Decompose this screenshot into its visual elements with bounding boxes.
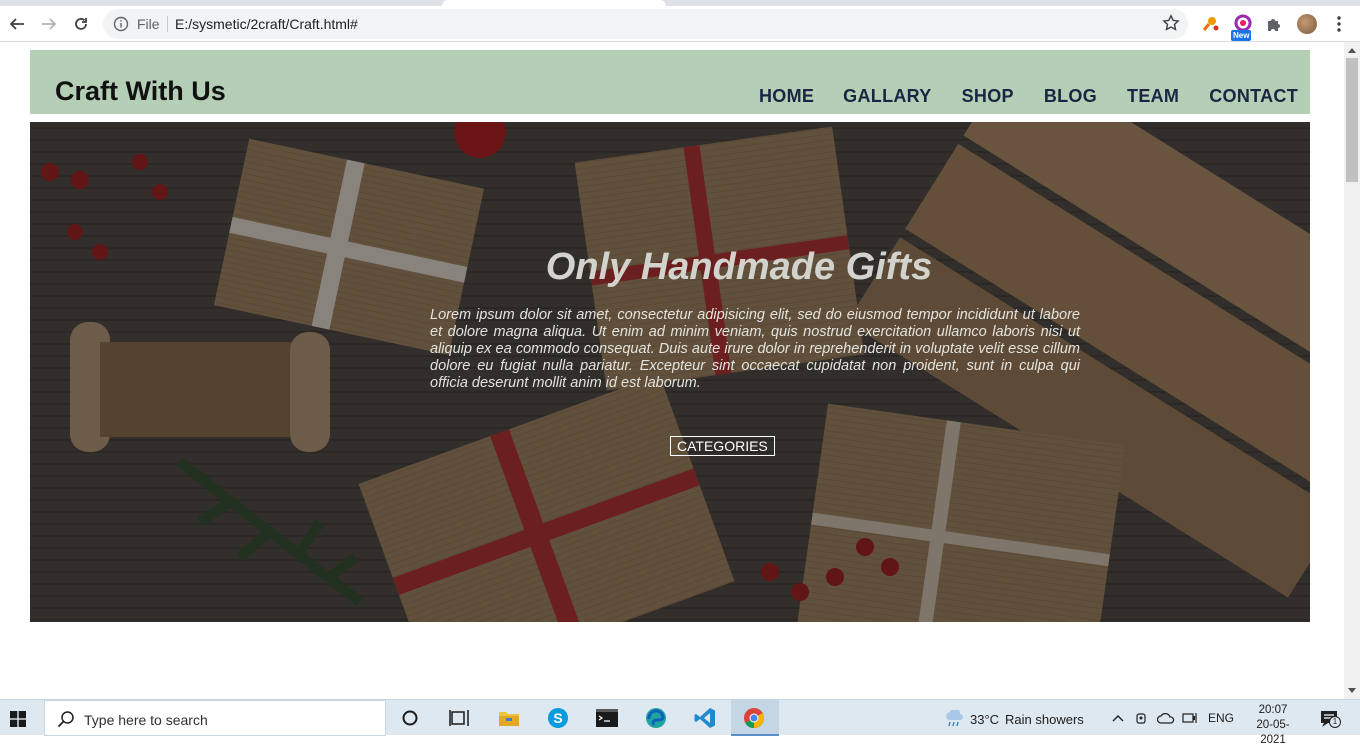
omnibox-separator xyxy=(167,16,168,32)
nav-team[interactable]: TEAM xyxy=(1127,86,1179,107)
weather-condition: Rain showers xyxy=(1005,711,1084,727)
weather-temperature: 33°C xyxy=(970,711,1000,727)
reload-button[interactable] xyxy=(70,13,92,35)
taskbar-search-box[interactable]: Type here to search xyxy=(44,700,386,736)
extensions-button[interactable] xyxy=(1263,13,1285,35)
browser-menu-button[interactable] xyxy=(1328,13,1350,35)
clock-date: 20-05-2021 xyxy=(1256,719,1290,746)
profile-avatar[interactable] xyxy=(1297,14,1317,34)
language-indicator[interactable]: ENG xyxy=(1208,711,1234,725)
site-header: Craft With Us HOME GALLARY SHOP BLOG TEA… xyxy=(30,50,1310,114)
terminal-button[interactable] xyxy=(595,706,619,730)
site-logo[interactable]: Craft With Us xyxy=(55,76,226,107)
skype-icon: S xyxy=(548,708,568,728)
key-extension-icon xyxy=(1202,17,1219,31)
file-scheme-label: File xyxy=(137,16,160,32)
categories-button[interactable]: CATEGORIES xyxy=(670,436,775,456)
file-explorer-button[interactable] xyxy=(497,706,521,730)
address-bar[interactable]: File E:/sysmetic/2craft/Craft.html# xyxy=(103,9,1188,39)
rain-cloud-icon xyxy=(946,710,963,727)
new-badge: New xyxy=(1231,30,1252,41)
nav-shop[interactable]: SHOP xyxy=(962,86,1014,107)
reload-icon xyxy=(75,18,87,30)
cortana-button[interactable] xyxy=(398,706,422,730)
vscode-icon xyxy=(694,708,715,728)
chrome-icon xyxy=(744,708,765,729)
hero-title: Only Handmade Gifts xyxy=(545,246,933,288)
main-nav: HOME GALLARY SHOP BLOG TEAM CONTACT xyxy=(759,86,1298,107)
task-view-button[interactable] xyxy=(447,706,471,730)
task-view-icon xyxy=(449,710,469,726)
clock-time: 20:07 xyxy=(1258,704,1288,716)
back-button[interactable] xyxy=(6,13,28,35)
windows-taskbar: Type here to search S 33°C Rain showers … xyxy=(0,699,1360,746)
chevron-up-icon[interactable] xyxy=(1111,711,1125,725)
nav-contact[interactable]: CONTACT xyxy=(1209,86,1298,107)
folder-icon xyxy=(499,712,519,726)
vscode-button[interactable] xyxy=(693,706,717,730)
back-arrow-icon xyxy=(9,18,24,30)
puzzle-piece-icon xyxy=(1268,19,1280,31)
web-page: Craft With Us HOME GALLARY SHOP BLOG TEA… xyxy=(0,42,1344,699)
page-scrollbar[interactable] xyxy=(1344,42,1360,699)
bookmark-star-icon[interactable] xyxy=(1162,14,1180,32)
edge-icon xyxy=(646,708,666,728)
nav-home[interactable]: HOME xyxy=(759,86,814,107)
nav-blog[interactable]: BLOG xyxy=(1044,86,1097,107)
hero-description: Lorem ipsum dolor sit amet, consectetur … xyxy=(430,307,1080,391)
hero-section: Only Handmade Gifts Lorem ipsum dolor si… xyxy=(30,122,1310,622)
onedrive-cloud-icon[interactable] xyxy=(1157,711,1175,725)
scroll-up-arrow-icon[interactable] xyxy=(1348,48,1356,53)
skype-button[interactable]: S xyxy=(546,706,570,730)
forward-arrow-icon xyxy=(42,18,57,30)
scroll-down-arrow-icon[interactable] xyxy=(1348,688,1356,693)
browser-toolbar: File E:/sysmetic/2craft/Craft.html# New xyxy=(0,6,1360,42)
cortana-circle-icon xyxy=(402,710,418,726)
scrollbar-thumb[interactable] xyxy=(1346,58,1358,182)
action-center-button[interactable]: 1 xyxy=(1320,710,1341,733)
windows-start-icon[interactable] xyxy=(10,711,26,727)
info-icon[interactable] xyxy=(113,16,129,32)
chrome-taskbar-button[interactable] xyxy=(731,700,779,736)
battery-network-icon[interactable] xyxy=(1182,711,1200,725)
search-placeholder: Type here to search xyxy=(84,712,208,728)
svg-text:S: S xyxy=(553,710,562,726)
weather-widget[interactable]: 33°C Rain showers xyxy=(944,710,1084,728)
forward-button[interactable] xyxy=(38,13,60,35)
nav-gallary[interactable]: GALLARY xyxy=(843,86,931,107)
edge-button[interactable] xyxy=(644,706,668,730)
meet-now-icon[interactable] xyxy=(1135,711,1149,725)
url-text[interactable]: E:/sysmetic/2craft/Craft.html# xyxy=(175,16,358,32)
search-icon xyxy=(57,711,74,728)
system-clock[interactable]: 20:07 20-05-2021 xyxy=(1244,703,1302,748)
command-prompt-icon xyxy=(596,709,618,727)
notification-count-badge: 1 xyxy=(1329,716,1341,728)
extension-key-button[interactable] xyxy=(1199,13,1221,35)
kebab-menu-icon xyxy=(1337,16,1341,32)
